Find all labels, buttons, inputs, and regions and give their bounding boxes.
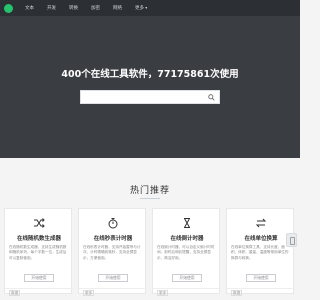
hero-banner: 400个在线工具软件，77175861次使用 [0,16,300,158]
section-divider [140,198,160,199]
section-title: 热门推荐 [129,186,170,196]
card-title: 在线随机数生成器 [16,236,61,242]
card-footer: 更多 [79,288,147,296]
start-button[interactable]: 开始使用 [24,274,54,282]
hourglass-icon [184,218,190,228]
swap-icon [255,218,267,228]
nav-item-text[interactable]: 文本 [25,5,34,11]
card-tag[interactable]: 数据 [231,290,243,296]
card-description: 在线单位换算工具，支持长度、面积、体积、重量、温度等常用单位的换算与转换。 [231,245,289,260]
tool-card-random-number[interactable]: 在线随机数生成器 在线随机数生成器，支持生成随机数和随机序列，每个字数一位，生成… [4,208,73,296]
tool-card-unit-conversion[interactable]: 在线单位换算 在线单位换算工具，支持长度、面积、体积、重量、温度等常用单位的换算… [226,208,295,296]
site-logo[interactable] [4,3,13,13]
side-float-button[interactable] [286,233,297,247]
card-tag[interactable]: 更多 [83,290,95,296]
card-description: 在线倒计时器，可以自定义倒计时时间，到时后响铃提醒，支持全屏显示，简洁好用。 [157,245,215,260]
nav-item-encrypt[interactable]: 加密 [91,5,100,11]
card-tag[interactable]: 更多 [157,290,169,296]
search-input[interactable] [85,93,203,102]
card-footer: 数据 [5,288,73,296]
top-nav-bar: 文本 开发 转换 加密 网络 更多 [0,0,300,16]
nav-item-convert[interactable]: 转换 [69,5,78,11]
card-tag[interactable]: 数据 [9,290,21,296]
tool-card-stopwatch[interactable]: 在线秒表计时器 在线秒表计时器，支持开始暂停与计次，计时精确到毫秒，支持全屏显示… [78,208,147,296]
start-button[interactable]: 开始使用 [172,274,202,282]
card-title: 在线倒计时器 [170,236,204,242]
nav-item-network[interactable]: 网络 [113,5,122,11]
nav-item-more[interactable]: 更多 [135,5,147,11]
stopwatch-icon [108,218,118,229]
start-button[interactable]: 开始使用 [246,274,276,282]
card-footer: 更多 [153,288,221,296]
card-description: 在线秒表计时器，支持开始暂停与计次，计时精确到毫秒，支持全屏显示，方便使用。 [83,245,141,260]
hero-title: 400个在线工具软件，77175861次使用 [61,69,239,80]
nav-item-dev[interactable]: 开发 [47,5,56,11]
shuffle-icon [34,218,45,228]
card-description: 在线随机数生成器，支持生成随机数和随机序列，每个字数一位，生成后可以复制使用。 [9,245,67,260]
tool-card-countdown[interactable]: 在线倒计时器 在线倒计时器，可以自定义倒计时时间，到时后响铃提醒，支持全屏显示，… [152,208,221,296]
search-icon[interactable] [208,94,215,101]
start-button[interactable]: 开始使用 [98,274,128,282]
search-box [80,90,220,104]
card-title: 在线单位换算 [244,236,278,242]
card-footer: 数据 [227,288,295,296]
tool-cards: 在线随机数生成器 在线随机数生成器，支持生成随机数和随机序列，每个字数一位，生成… [4,208,304,300]
card-title: 在线秒表计时器 [93,236,133,242]
